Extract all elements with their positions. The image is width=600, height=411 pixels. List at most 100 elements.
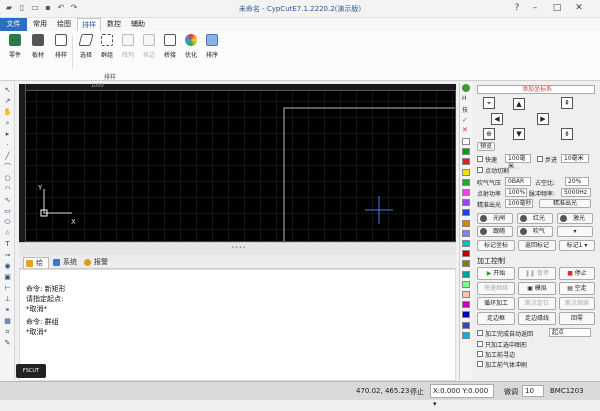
help-icon[interactable]: ? xyxy=(510,2,524,15)
layer-settings-icon[interactable]: 技 xyxy=(462,105,468,114)
color-swatch[interactable] xyxy=(462,168,470,176)
cross-icon[interactable]: ✕ xyxy=(462,126,468,134)
home-button[interactable]: 回零 xyxy=(559,312,595,325)
auto-return-checkbox[interactable] xyxy=(477,330,483,336)
spot-power-select[interactable]: 100% xyxy=(505,188,527,197)
preview-button[interactable]: 预览 xyxy=(477,142,495,151)
color-swatch[interactable] xyxy=(462,158,470,166)
target-icon[interactable]: ◉ xyxy=(2,261,13,271)
color-swatch[interactable] xyxy=(462,178,470,186)
maximize-icon[interactable]: □ xyxy=(550,2,564,15)
arc-icon[interactable]: ◠ xyxy=(2,184,13,194)
simulate-button[interactable]: ▣ 模拟 xyxy=(518,282,556,295)
edit-icon[interactable]: ✎ xyxy=(2,338,13,348)
tab-draw[interactable]: 绘图 xyxy=(53,18,75,31)
jog-left-icon[interactable]: ◀ xyxy=(491,113,503,125)
sort-button[interactable]: 排序 xyxy=(202,34,222,72)
focus-icon[interactable]: ⊕ xyxy=(483,128,495,140)
jog-up-icon[interactable]: ▲ xyxy=(513,98,525,110)
color-swatch[interactable] xyxy=(462,219,470,227)
minimize-icon[interactable]: – xyxy=(528,2,542,15)
laser-button[interactable]: 激光 xyxy=(557,213,593,224)
fine-tune-input[interactable]: 10 xyxy=(522,385,544,397)
coordinate-system-select[interactable]: 添加坐标系 xyxy=(477,85,595,94)
shutter-button[interactable]: 光闸 xyxy=(477,213,513,224)
return-mark-button[interactable]: 返回标记 xyxy=(518,240,556,251)
gas-pressure-select[interactable]: 0BAR xyxy=(505,177,531,186)
sheet-button[interactable]: 板材 xyxy=(28,34,48,72)
part-button[interactable]: 零件 xyxy=(5,34,25,72)
blow-options-button[interactable]: ▾ xyxy=(557,226,593,237)
mark-coord-button[interactable]: 标记坐标 xyxy=(477,240,515,251)
step-checkbox[interactable] xyxy=(537,156,543,162)
follow-button[interactable]: 跟随 xyxy=(477,226,513,237)
pointer-icon[interactable]: ↖ xyxy=(2,85,13,95)
mark-select-button[interactable]: 标记1 ▾ xyxy=(559,240,595,251)
z-up-icon[interactable]: ⇞ xyxy=(561,97,573,109)
color-swatch[interactable] xyxy=(462,199,470,207)
pan-icon[interactable]: ✋ xyxy=(2,107,13,117)
step-distance-select[interactable]: 10毫米 xyxy=(561,154,589,163)
fine-output-button[interactable]: 精准出光 xyxy=(539,199,591,208)
color-swatch[interactable] xyxy=(462,229,470,237)
open-folder-icon[interactable]: ▭ xyxy=(30,3,40,13)
ellipse-icon[interactable]: ⬭ xyxy=(2,217,13,227)
color-swatch[interactable] xyxy=(462,250,470,258)
jog-right-icon[interactable]: ▶ xyxy=(537,113,549,125)
color-swatch[interactable] xyxy=(462,331,470,339)
align-icon[interactable]: ⊥ xyxy=(2,294,13,304)
fine-output-select[interactable]: 100毫秒 xyxy=(505,199,533,208)
panel-splitter[interactable]: ∙∙∙∙ xyxy=(19,242,456,255)
z-down-icon[interactable]: ⇟ xyxy=(561,128,573,140)
start-button[interactable]: ▶ 开始 xyxy=(477,267,515,280)
check-icon[interactable]: ✓ xyxy=(462,116,468,124)
color-swatch[interactable] xyxy=(462,138,470,145)
tab-common[interactable]: 常用 xyxy=(29,18,51,31)
color-swatch[interactable] xyxy=(462,301,470,309)
line-icon[interactable]: ╱ xyxy=(2,151,13,161)
command-console[interactable]: 命令: 新矩形 请指定起点: *取消* 命令: 群组 *取消* xyxy=(19,269,456,381)
node-edit-icon[interactable]: ↗ xyxy=(2,96,13,106)
point-icon[interactable]: · xyxy=(2,140,13,150)
selected-only-checkbox[interactable] xyxy=(477,341,483,347)
red-light-button[interactable]: 红光 xyxy=(517,213,553,224)
dry-run-button[interactable]: ▤ 空走 xyxy=(559,282,595,295)
breakpoint-locate-button[interactable]: 断点定位 xyxy=(518,297,556,310)
tab-system[interactable]: 系统 xyxy=(51,257,79,268)
new-file-icon[interactable]: ▯ xyxy=(17,3,27,13)
tab-cnc[interactable]: 数控 xyxy=(103,18,125,31)
color-swatch[interactable] xyxy=(462,311,470,319)
tab-aux[interactable]: 辅助 xyxy=(127,18,149,31)
drawing-canvas[interactable]: X Y xyxy=(19,84,456,242)
fast-checkbox[interactable] xyxy=(477,156,483,162)
tab-nesting[interactable]: 排样 xyxy=(77,18,101,31)
save-icon[interactable]: ▪ xyxy=(43,3,53,13)
circle-icon[interactable]: ○ xyxy=(2,173,13,183)
layer-icon[interactable] xyxy=(462,84,470,92)
star-icon[interactable]: ☆ xyxy=(2,228,13,238)
fast-continue-button[interactable]: 快速继续 xyxy=(477,282,515,295)
axis-position-select[interactable]: X:0.000 Y:0.000 ▾ xyxy=(430,384,494,408)
redo-icon[interactable]: ↷ xyxy=(69,3,79,13)
trace-frame-button[interactable]: 走边框 xyxy=(477,312,515,325)
rectangle-icon[interactable]: ▭ xyxy=(2,206,13,216)
nesting-button[interactable]: 排样 xyxy=(51,34,71,72)
tab-file[interactable]: 文件 xyxy=(0,18,27,31)
color-swatch[interactable] xyxy=(462,321,470,329)
duty-ratio-select[interactable]: 20% xyxy=(565,177,589,186)
edge-find-checkbox[interactable] xyxy=(477,351,483,357)
more-icon[interactable]: ⋯ xyxy=(513,165,519,172)
zoom-icon[interactable]: ⌕ xyxy=(2,118,13,128)
fast-speed-select[interactable]: 100毫米 xyxy=(505,154,531,170)
loop-process-button[interactable]: 循环加工 xyxy=(477,297,515,310)
color-swatch[interactable] xyxy=(462,270,470,278)
color-swatch[interactable] xyxy=(462,148,470,156)
crop-icon[interactable]: ⌗ xyxy=(2,327,13,337)
jog-down-icon[interactable]: ▼ xyxy=(513,128,525,140)
polyline-icon[interactable]: ⌒ xyxy=(2,162,13,172)
text-icon[interactable]: T xyxy=(2,239,13,249)
fill-icon[interactable]: ▣ xyxy=(2,272,13,282)
breakpoint-continue-button[interactable]: 断点继续 xyxy=(559,297,595,310)
trace-edge-button[interactable]: 走边缘线 xyxy=(518,312,556,325)
color-swatch[interactable] xyxy=(462,209,470,217)
